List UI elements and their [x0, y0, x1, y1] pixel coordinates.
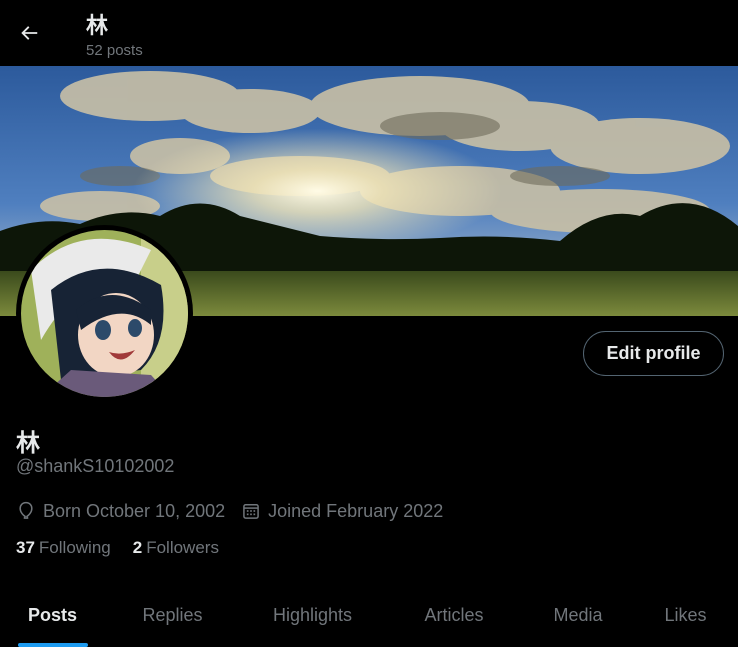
avatar-image	[21, 230, 188, 397]
following-link[interactable]: 37 Following	[16, 538, 111, 558]
tab-label: Replies	[142, 605, 203, 625]
followers-link[interactable]: 2 Followers	[133, 538, 219, 558]
tab-posts[interactable]: Posts	[0, 584, 105, 647]
tab-media[interactable]: Media	[523, 584, 633, 647]
active-tab-indicator	[17, 643, 88, 647]
following-label: Following	[38, 538, 111, 557]
header-name: 林	[86, 14, 109, 39]
user-handle: @shankS10102002	[16, 456, 175, 476]
following-count: 37	[16, 538, 35, 557]
birthday: Born October 10, 2002	[16, 501, 225, 522]
followers-label: Followers	[146, 538, 219, 557]
tab-label: Posts	[27, 605, 78, 625]
profile-meta: Born October 10, 2002 Joined February 20…	[16, 498, 459, 524]
tab-likes[interactable]: Likes	[633, 584, 738, 647]
followers-count: 2	[132, 538, 143, 557]
post-count: 52 posts	[86, 42, 143, 59]
balloon-icon	[19, 501, 33, 519]
avatar[interactable]	[16, 225, 193, 402]
tab-articles[interactable]: Articles	[385, 584, 523, 647]
tab-highlights[interactable]: Highlights	[240, 584, 385, 647]
tab-label: Likes	[664, 605, 707, 625]
tab-label: Highlights	[272, 605, 353, 625]
arrow-left-icon	[21, 26, 38, 40]
join-date: Joined February 2022	[241, 501, 443, 522]
back-button[interactable]	[10, 14, 48, 52]
display-name: 林	[16, 429, 40, 457]
calendar-icon	[243, 504, 259, 519]
tab-replies[interactable]: Replies	[105, 584, 240, 647]
follow-stats: 37 Following 2 Followers	[16, 538, 241, 558]
tab-label: Articles	[424, 605, 484, 625]
profile-tabs: Posts Replies Highlights Articles Media …	[0, 584, 738, 647]
joined-text: Joined February 2022	[268, 500, 444, 521]
top-bar: 林 52 posts	[0, 0, 738, 66]
birthday-text: Born October 10, 2002	[43, 500, 226, 521]
tab-label: Media	[553, 605, 603, 625]
edit-profile-button[interactable]: Edit profile	[583, 331, 724, 376]
